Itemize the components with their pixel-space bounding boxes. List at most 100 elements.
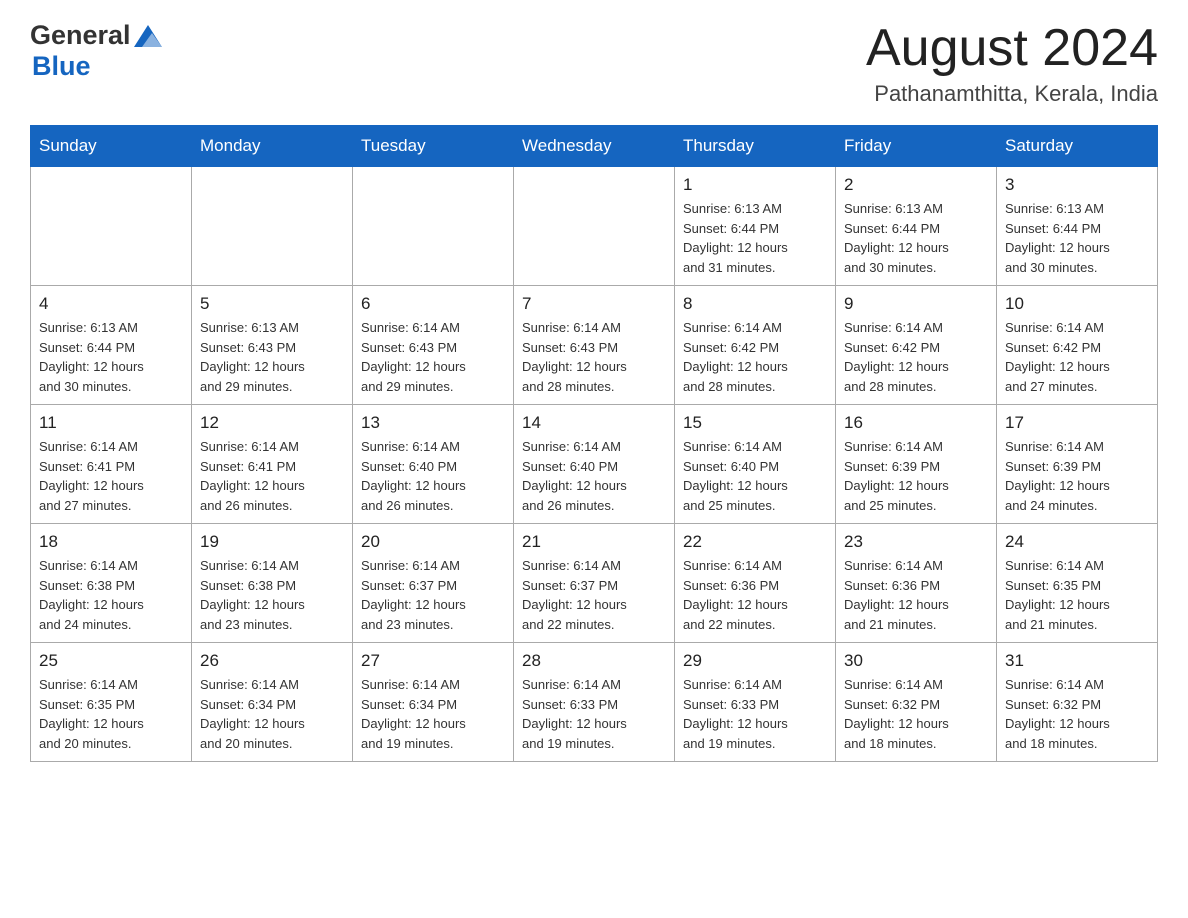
day-info: Sunrise: 6:14 AMSunset: 6:35 PMDaylight:… xyxy=(39,675,183,753)
day-number: 24 xyxy=(1005,532,1149,552)
title-area: August 2024 Pathanamthitta, Kerala, Indi… xyxy=(866,20,1158,107)
calendar-cell-w4-d4: 21 Sunrise: 6:14 AMSunset: 6:37 PMDayligh… xyxy=(514,524,675,643)
location-subtitle: Pathanamthitta, Kerala, India xyxy=(866,81,1158,107)
day-number: 25 xyxy=(39,651,183,671)
weekday-header-wednesday: Wednesday xyxy=(514,126,675,167)
calendar-cell-w3-d6: 16 Sunrise: 6:14 AMSunset: 6:39 PMDayligh… xyxy=(836,405,997,524)
logo-blue-text: Blue xyxy=(32,51,91,81)
day-number: 31 xyxy=(1005,651,1149,671)
calendar-cell-w2-d3: 6 Sunrise: 6:14 AMSunset: 6:43 PMDaylight… xyxy=(353,286,514,405)
calendar-cell-w4-d7: 24Sunrise: 6:14 AMSunset: 6:35 PMDayligh… xyxy=(997,524,1158,643)
day-info: Sunrise: 6:14 AMSunset: 6:39 PMDaylight:… xyxy=(1005,437,1149,515)
day-info: Sunrise: 6:14 AMSunset: 6:33 PMDaylight:… xyxy=(683,675,827,753)
day-number: 1 xyxy=(683,175,827,195)
calendar-cell-w1-d7: 3Sunrise: 6:13 AMSunset: 6:44 PMDaylight… xyxy=(997,167,1158,286)
calendar-cell-w5-d1: 25 Sunrise: 6:14 AMSunset: 6:35 PMDayligh… xyxy=(31,643,192,762)
calendar-cell-w5-d3: 27Sunrise: 6:14 AMSunset: 6:34 PMDayligh… xyxy=(353,643,514,762)
logo-icon-area xyxy=(134,23,162,47)
calendar-cell-w1-d2 xyxy=(192,167,353,286)
day-info: Sunrise: 6:14 AMSunset: 6:40 PMDaylight:… xyxy=(522,437,666,515)
calendar-cell-w5-d7: 31 Sunrise: 6:14 AMSunset: 6:32 PMDayligh… xyxy=(997,643,1158,762)
day-info: Sunrise: 6:14 AMSunset: 6:37 PMDaylight:… xyxy=(361,556,505,634)
weekday-header-monday: Monday xyxy=(192,126,353,167)
day-number: 21 xyxy=(522,532,666,552)
day-number: 22 xyxy=(683,532,827,552)
day-number: 23 xyxy=(844,532,988,552)
weekday-header-thursday: Thursday xyxy=(675,126,836,167)
calendar-cell-w5-d4: 28Sunrise: 6:14 AMSunset: 6:33 PMDayligh… xyxy=(514,643,675,762)
calendar-cell-w2-d2: 5 Sunrise: 6:13 AMSunset: 6:43 PMDaylight… xyxy=(192,286,353,405)
day-number: 2 xyxy=(844,175,988,195)
logo: General Blue xyxy=(30,20,162,82)
day-info: Sunrise: 6:14 AMSunset: 6:39 PMDaylight:… xyxy=(844,437,988,515)
calendar-cell-w1-d4 xyxy=(514,167,675,286)
weekday-header-friday: Friday xyxy=(836,126,997,167)
day-info: Sunrise: 6:13 AMSunset: 6:43 PMDaylight:… xyxy=(200,318,344,396)
day-number: 17 xyxy=(1005,413,1149,433)
day-info: Sunrise: 6:14 AMSunset: 6:41 PMDaylight:… xyxy=(39,437,183,515)
day-info: Sunrise: 6:14 AMSunset: 6:38 PMDaylight:… xyxy=(200,556,344,634)
day-number: 6 xyxy=(361,294,505,314)
day-info: Sunrise: 6:14 AMSunset: 6:34 PMDaylight:… xyxy=(361,675,505,753)
day-info: Sunrise: 6:14 AMSunset: 6:34 PMDaylight:… xyxy=(200,675,344,753)
calendar-cell-w3-d1: 11 Sunrise: 6:14 AMSunset: 6:41 PMDayligh… xyxy=(31,405,192,524)
day-info: Sunrise: 6:14 AMSunset: 6:36 PMDaylight:… xyxy=(844,556,988,634)
day-info: Sunrise: 6:14 AMSunset: 6:37 PMDaylight:… xyxy=(522,556,666,634)
calendar-cell-w4-d1: 18 Sunrise: 6:14 AMSunset: 6:38 PMDayligh… xyxy=(31,524,192,643)
day-info: Sunrise: 6:14 AMSunset: 6:41 PMDaylight:… xyxy=(200,437,344,515)
calendar-cell-w5-d2: 26 Sunrise: 6:14 AMSunset: 6:34 PMDayligh… xyxy=(192,643,353,762)
calendar-cell-w3-d2: 12 Sunrise: 6:14 AMSunset: 6:41 PMDayligh… xyxy=(192,405,353,524)
weekday-header-saturday: Saturday xyxy=(997,126,1158,167)
calendar-cell-w4-d3: 20 Sunrise: 6:14 AMSunset: 6:37 PMDayligh… xyxy=(353,524,514,643)
calendar-cell-w3-d7: 17 Sunrise: 6:14 AMSunset: 6:39 PMDayligh… xyxy=(997,405,1158,524)
day-number: 20 xyxy=(361,532,505,552)
page-header: General Blue August 2024 Pathanamthitta,… xyxy=(30,20,1158,107)
day-info: Sunrise: 6:14 AMSunset: 6:32 PMDaylight:… xyxy=(1005,675,1149,753)
calendar-cell-w4-d5: 22Sunrise: 6:14 AMSunset: 6:36 PMDayligh… xyxy=(675,524,836,643)
day-number: 12 xyxy=(200,413,344,433)
day-number: 15 xyxy=(683,413,827,433)
calendar-cell-w2-d1: 4 Sunrise: 6:13 AMSunset: 6:44 PMDaylight… xyxy=(31,286,192,405)
day-info: Sunrise: 6:13 AMSunset: 6:44 PMDaylight:… xyxy=(844,199,988,277)
day-number: 11 xyxy=(39,413,183,433)
calendar-cell-w4-d6: 23 Sunrise: 6:14 AMSunset: 6:36 PMDayligh… xyxy=(836,524,997,643)
day-info: Sunrise: 6:14 AMSunset: 6:40 PMDaylight:… xyxy=(683,437,827,515)
logo-general-text: General xyxy=(30,20,131,51)
day-number: 29 xyxy=(683,651,827,671)
calendar-week-1: 1 Sunrise: 6:13 AMSunset: 6:44 PMDaylight… xyxy=(31,167,1158,286)
day-number: 3 xyxy=(1005,175,1149,195)
calendar-cell-w3-d4: 14 Sunrise: 6:14 AMSunset: 6:40 PMDayligh… xyxy=(514,405,675,524)
weekday-header-row: SundayMondayTuesdayWednesdayThursdayFrid… xyxy=(31,126,1158,167)
day-number: 30 xyxy=(844,651,988,671)
day-number: 9 xyxy=(844,294,988,314)
day-info: Sunrise: 6:13 AMSunset: 6:44 PMDaylight:… xyxy=(683,199,827,277)
calendar-cell-w2-d7: 10Sunrise: 6:14 AMSunset: 6:42 PMDayligh… xyxy=(997,286,1158,405)
day-info: Sunrise: 6:14 AMSunset: 6:32 PMDaylight:… xyxy=(844,675,988,753)
day-number: 7 xyxy=(522,294,666,314)
day-info: Sunrise: 6:14 AMSunset: 6:43 PMDaylight:… xyxy=(361,318,505,396)
calendar-cell-w5-d5: 29 Sunrise: 6:14 AMSunset: 6:33 PMDayligh… xyxy=(675,643,836,762)
day-number: 14 xyxy=(522,413,666,433)
day-number: 13 xyxy=(361,413,505,433)
calendar-cell-w3-d5: 15 Sunrise: 6:14 AMSunset: 6:40 PMDayligh… xyxy=(675,405,836,524)
day-number: 18 xyxy=(39,532,183,552)
month-year-title: August 2024 xyxy=(866,20,1158,77)
day-number: 5 xyxy=(200,294,344,314)
day-number: 16 xyxy=(844,413,988,433)
calendar-cell-w3-d3: 13 Sunrise: 6:14 AMSunset: 6:40 PMDayligh… xyxy=(353,405,514,524)
day-info: Sunrise: 6:13 AMSunset: 6:44 PMDaylight:… xyxy=(39,318,183,396)
day-info: Sunrise: 6:14 AMSunset: 6:38 PMDaylight:… xyxy=(39,556,183,634)
day-info: Sunrise: 6:14 AMSunset: 6:43 PMDaylight:… xyxy=(522,318,666,396)
day-info: Sunrise: 6:14 AMSunset: 6:40 PMDaylight:… xyxy=(361,437,505,515)
calendar-cell-w2-d4: 7 Sunrise: 6:14 AMSunset: 6:43 PMDaylight… xyxy=(514,286,675,405)
calendar-cell-w1-d5: 1 Sunrise: 6:13 AMSunset: 6:44 PMDaylight… xyxy=(675,167,836,286)
weekday-header-tuesday: Tuesday xyxy=(353,126,514,167)
day-info: Sunrise: 6:14 AMSunset: 6:42 PMDaylight:… xyxy=(1005,318,1149,396)
day-number: 19 xyxy=(200,532,344,552)
calendar-cell-w2-d5: 8Sunrise: 6:14 AMSunset: 6:42 PMDaylight… xyxy=(675,286,836,405)
day-number: 28 xyxy=(522,651,666,671)
calendar-table: SundayMondayTuesdayWednesdayThursdayFrid… xyxy=(30,125,1158,762)
day-info: Sunrise: 6:14 AMSunset: 6:42 PMDaylight:… xyxy=(844,318,988,396)
day-number: 4 xyxy=(39,294,183,314)
day-number: 26 xyxy=(200,651,344,671)
